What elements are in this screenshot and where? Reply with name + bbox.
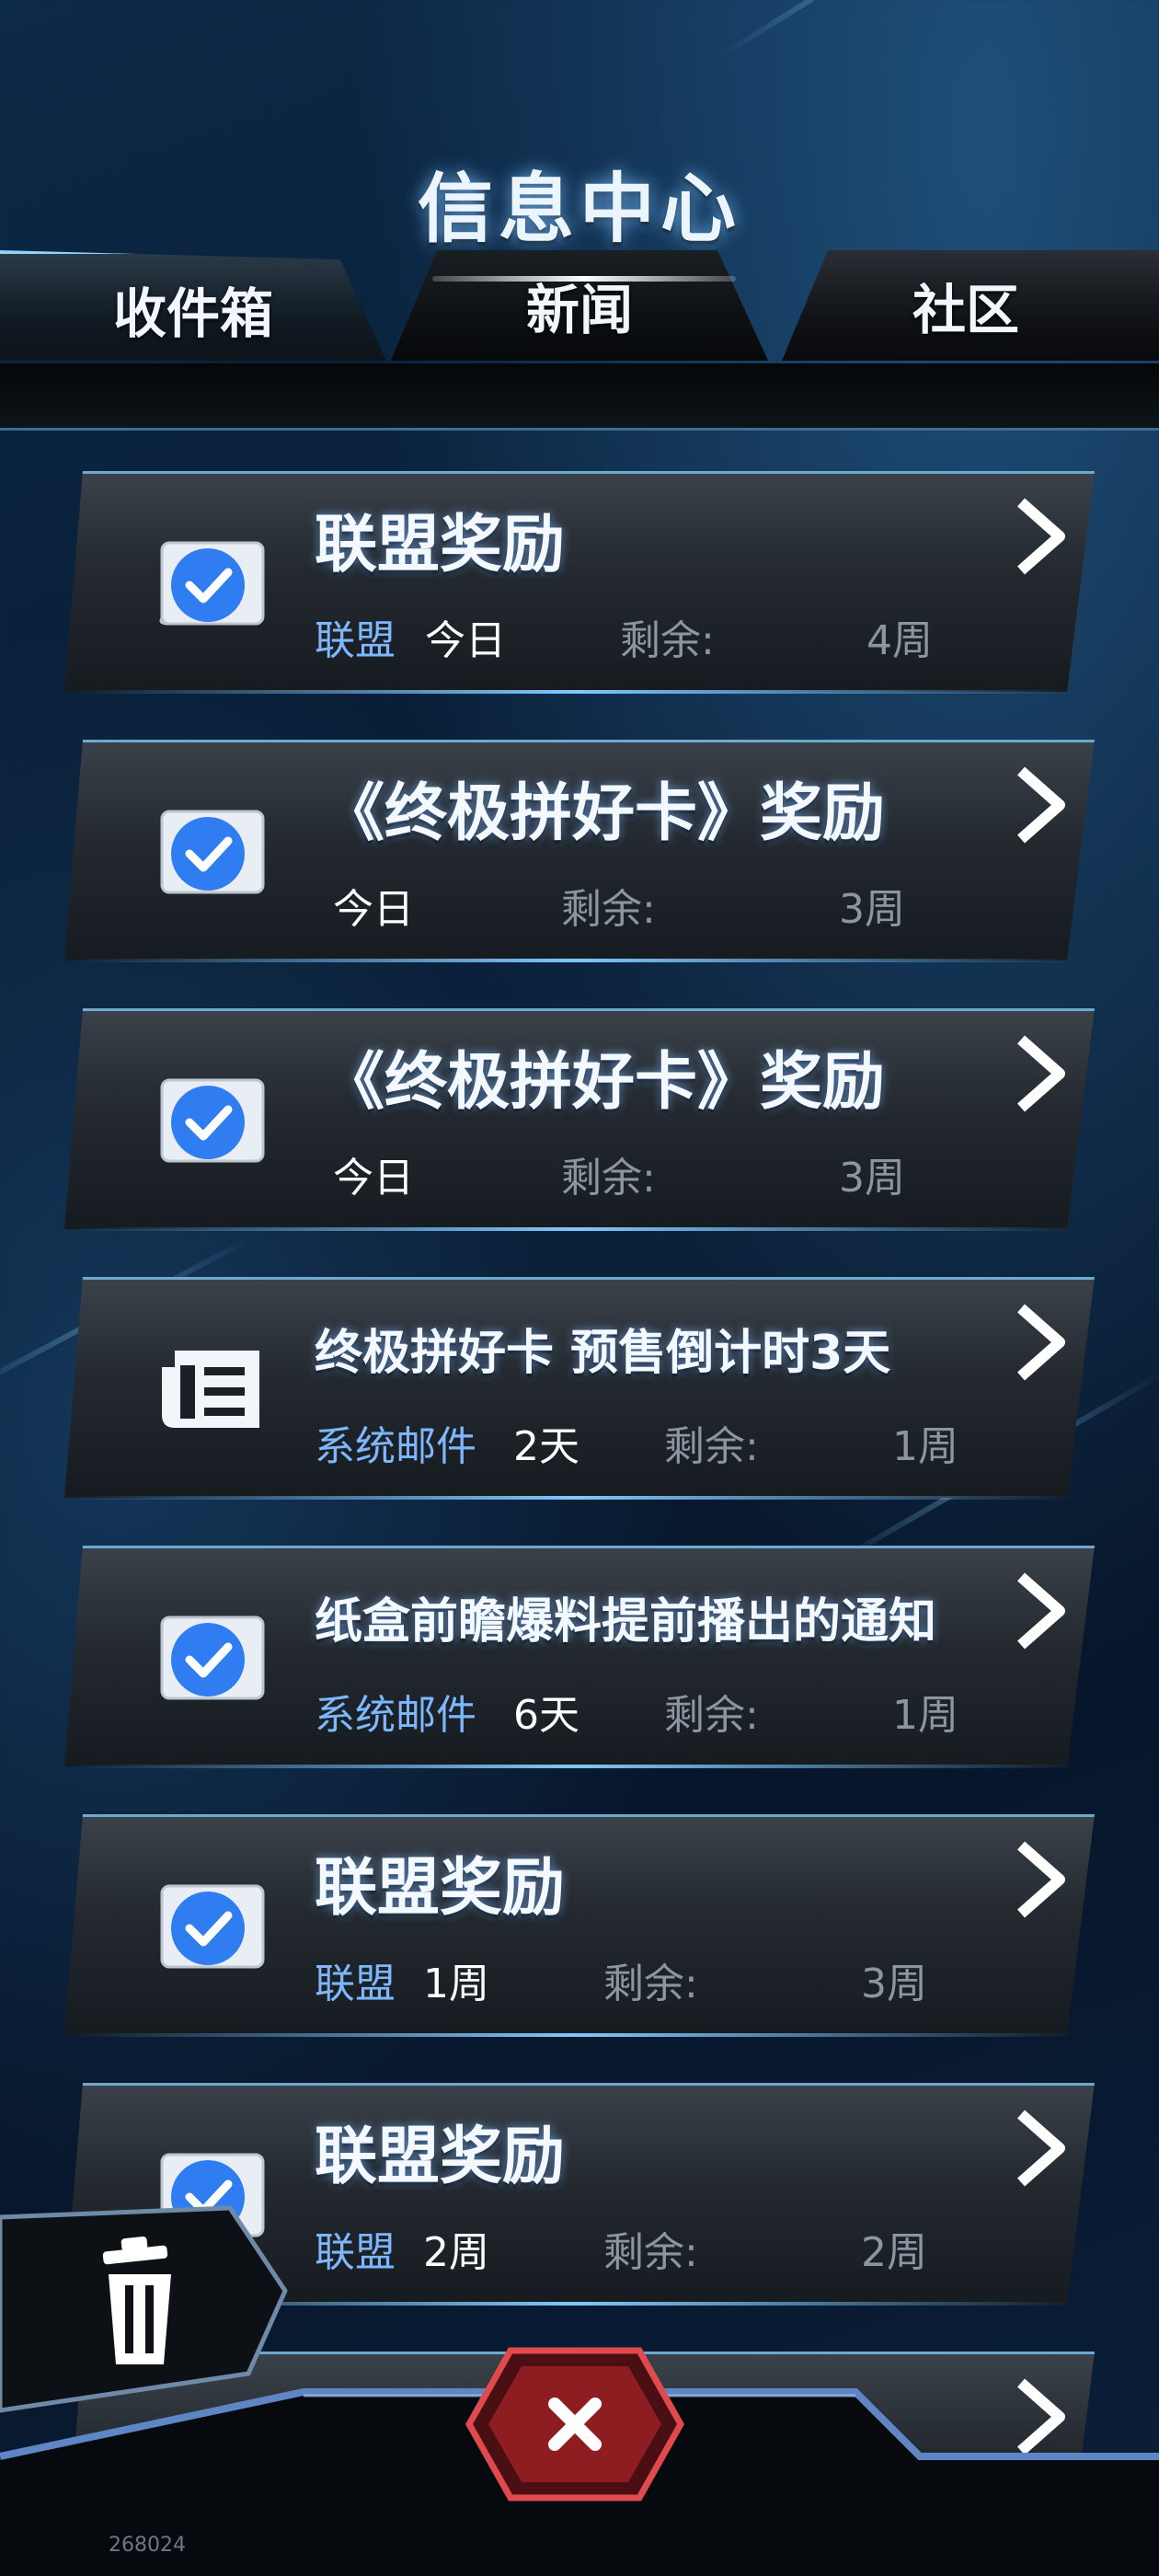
tab-underbar	[0, 363, 1159, 431]
message-age: 6天	[513, 1692, 580, 1739]
message-title: 终极拼好卡 预售倒计时3天	[315, 1326, 891, 1381]
remaining-value: 2周	[861, 2229, 927, 2276]
chevron-right-icon[interactable]	[1012, 495, 1067, 578]
message-item[interactable]: 《终极拼好卡》奖励 今日 剩余: 3周	[64, 740, 1095, 962]
chevron-right-icon[interactable]	[1012, 1570, 1067, 1652]
message-category: 联盟	[315, 1961, 396, 2007]
message-age: 今日	[333, 886, 414, 933]
remaining-label: 剩余:	[603, 1961, 698, 2007]
remaining-label: 剩余:	[603, 2229, 698, 2276]
tab-inbox[interactable]: 收件箱	[0, 250, 386, 361]
remaining-value: 1周	[892, 1692, 958, 1739]
document-icon	[162, 1351, 259, 1428]
remaining-label: 剩余:	[664, 1692, 759, 1739]
close-button[interactable]	[465, 2346, 685, 2502]
checked-mail-icon	[160, 1884, 265, 1969]
message-title: 联盟奖励	[315, 2121, 566, 2193]
message-age: 1周	[423, 1961, 489, 2007]
chevron-right-icon[interactable]	[1012, 2107, 1067, 2190]
message-category: 联盟	[315, 617, 396, 664]
checked-mail-icon	[160, 1616, 265, 1700]
message-item[interactable]: 联盟奖励 联盟 1周 剩余: 3周	[64, 1814, 1095, 2037]
message-age: 2天	[513, 1423, 580, 1470]
tab-community[interactable]: 社区	[782, 250, 1159, 361]
remaining-label: 剩余:	[664, 1423, 759, 1470]
build-id: 268024	[109, 2534, 186, 2557]
message-title: 《终极拼好卡》奖励	[322, 777, 886, 850]
message-item[interactable]: 联盟奖励 联盟 今日 剩余: 4周	[64, 471, 1095, 694]
message-item[interactable]: 《终极拼好卡》奖励 今日 剩余: 3周	[64, 1008, 1095, 1231]
message-age: 今日	[333, 1155, 414, 1202]
delete-button[interactable]	[0, 2190, 294, 2420]
active-tab-indicator	[432, 276, 736, 282]
remaining-value: 4周	[866, 617, 933, 664]
chevron-right-icon[interactable]	[1012, 764, 1067, 846]
message-title: 《终极拼好卡》奖励	[322, 1046, 886, 1119]
message-category: 联盟	[315, 2229, 396, 2276]
remaining-label: 剩余:	[561, 886, 656, 933]
message-age: 2周	[423, 2229, 489, 2276]
remaining-label: 剩余:	[561, 1155, 656, 1202]
message-item[interactable]: 终极拼好卡 预售倒计时3天 系统邮件 2天 剩余: 1周	[64, 1277, 1095, 1500]
checked-mail-icon	[159, 541, 265, 626]
remaining-value: 1周	[892, 1423, 958, 1470]
checked-mail-icon	[160, 1078, 265, 1163]
message-title: 联盟奖励	[315, 509, 566, 581]
chevron-right-icon[interactable]	[1012, 1301, 1067, 1384]
chevron-right-icon[interactable]	[1012, 1032, 1067, 1115]
tab-news[interactable]: 新闻	[391, 250, 768, 361]
remaining-value: 3周	[861, 1961, 927, 2007]
message-title: 纸盒前瞻爆料提前播出的通知	[315, 1594, 937, 1650]
tab-bar: 收件箱 新闻 社区	[0, 241, 1159, 370]
message-item[interactable]: 纸盒前瞻爆料提前播出的通知 系统邮件 6天 剩余: 1周	[64, 1546, 1095, 1768]
chevron-right-icon[interactable]	[1012, 1838, 1067, 1921]
remaining-value: 3周	[839, 1155, 905, 1202]
message-category: 系统邮件	[315, 1423, 476, 1470]
message-title: 联盟奖励	[315, 1852, 566, 1925]
remaining-value: 3周	[839, 886, 905, 933]
message-category: 系统邮件	[315, 1692, 476, 1739]
checked-mail-icon	[160, 810, 265, 894]
remaining-label: 剩余:	[620, 617, 715, 664]
message-age: 今日	[425, 617, 506, 664]
